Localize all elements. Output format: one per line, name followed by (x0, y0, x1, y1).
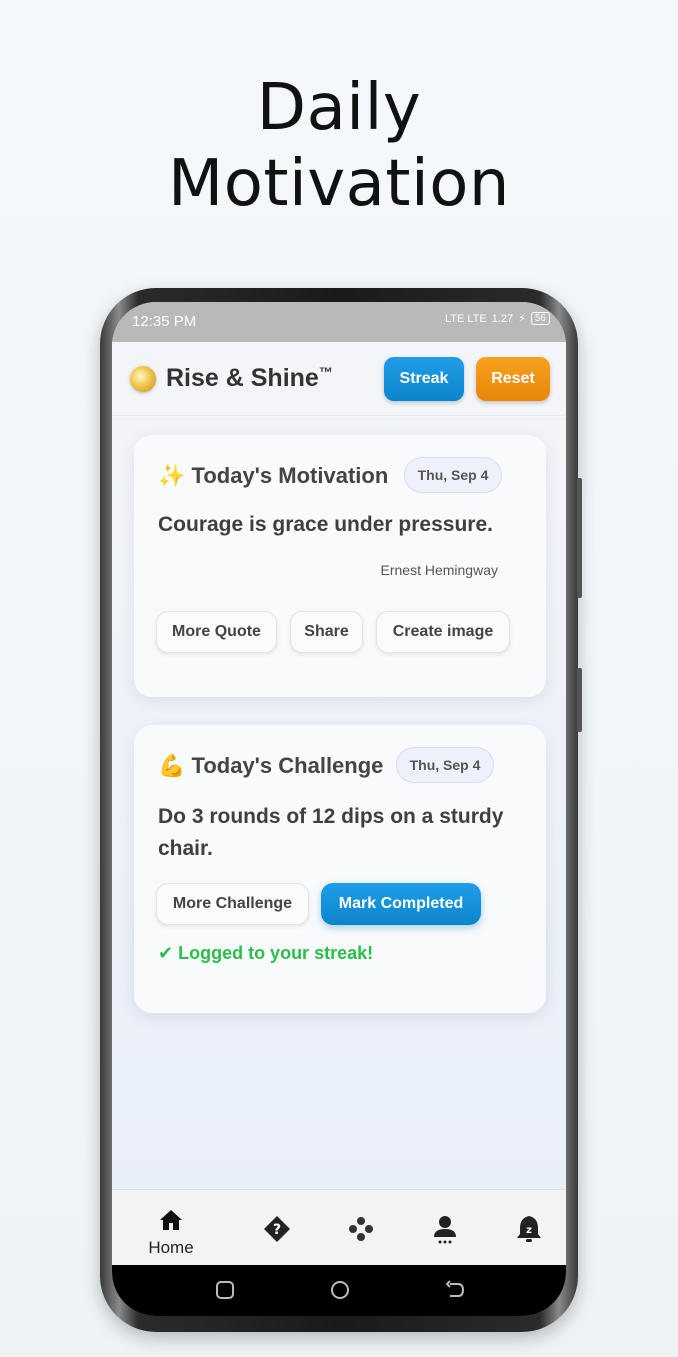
mark-completed-button[interactable]: Mark Completed (321, 883, 481, 925)
reset-button[interactable]: Reset (476, 357, 550, 401)
question-diamond-icon: ? (264, 1216, 290, 1242)
nav-item-quiz[interactable]: ? (240, 1190, 310, 1266)
bottom-nav: Home ? z (112, 1189, 566, 1265)
phone-frame: 12:35 PM LTE LTE 1.27 ⚡ 56 Rise & Shine™… (100, 288, 582, 1332)
svg-text:?: ? (273, 1222, 281, 1238)
home-icon (160, 1210, 182, 1230)
motivation-title-text: Today's Motivation (191, 463, 389, 488)
gamepad-icon (349, 1217, 373, 1241)
motivation-date-badge: Thu, Sep 4 (404, 457, 502, 493)
status-bar: 12:35 PM LTE LTE 1.27 ⚡ 56 (112, 302, 566, 342)
sleep-bell-icon: z (517, 1216, 541, 1242)
nav-item-home[interactable]: Home (136, 1190, 206, 1266)
headline: Daily Motivation (0, 70, 678, 222)
streak-logged-status: ✔ Logged to your streak! (158, 943, 374, 963)
nav-item-reminders[interactable]: z (492, 1190, 562, 1266)
challenge-title-text: Today's Challenge (191, 753, 384, 778)
charging-icon: ⚡ (518, 313, 526, 325)
more-quote-button[interactable]: More Quote (156, 611, 277, 653)
challenge-text-line2: chair. (158, 837, 213, 860)
challenge-text: Do 3 rounds of 12 dips on a sturdy chair… (158, 801, 503, 865)
quote-text: Courage is grace under pressure. (158, 513, 493, 536)
network-speed: 1.27 (491, 312, 514, 325)
home-circle-icon[interactable] (329, 1279, 351, 1301)
challenge-text-line1: Do 3 rounds of 12 dips on a sturdy (158, 805, 504, 828)
sparkles-icon: ✨ (158, 463, 186, 488)
streak-button[interactable]: Streak (384, 357, 464, 401)
back-icon[interactable] (444, 1279, 466, 1301)
challenge-title: 💪 Today's Challenge (158, 753, 383, 779)
sun-logo-icon (130, 366, 156, 392)
challenge-date-badge: Thu, Sep 4 (396, 747, 494, 783)
app-bar: Rise & Shine™ Streak Reset (112, 342, 566, 416)
nav-label-home: Home (148, 1238, 194, 1257)
quote-author: Ernest Hemingway (380, 562, 499, 578)
app-title: Rise & Shine™ (166, 364, 333, 393)
more-challenge-button[interactable]: More Challenge (156, 883, 309, 925)
motivation-card: ✨ Today's Motivation Thu, Sep 4 Courage … (134, 435, 546, 697)
app-title-text: Rise & Shine (166, 364, 319, 392)
nav-item-games[interactable] (324, 1190, 394, 1266)
status-icons: LTE LTE 1.27 ⚡ 56 (445, 312, 550, 325)
nav-item-profile[interactable] (408, 1190, 478, 1266)
recents-icon[interactable] (214, 1279, 236, 1301)
power-button (577, 668, 582, 732)
motivation-title: ✨ Today's Motivation (158, 463, 388, 489)
headline-line1: Daily (256, 71, 422, 145)
create-image-button[interactable]: Create image (376, 611, 510, 653)
system-navigation-bar (112, 1265, 566, 1316)
headline-line2: Motivation (168, 147, 510, 221)
main-content: ✨ Today's Motivation Thu, Sep 4 Courage … (112, 417, 566, 1189)
volume-button (577, 478, 582, 598)
phone-screen: 12:35 PM LTE LTE 1.27 ⚡ 56 Rise & Shine™… (112, 302, 566, 1316)
trademark-symbol: ™ (318, 364, 333, 380)
flexed-bicep-icon: 💪 (158, 753, 186, 778)
svg-text:z: z (526, 1225, 532, 1236)
signal-icon: LTE LTE (444, 312, 487, 325)
status-time: 12:35 PM (132, 313, 197, 330)
share-button[interactable]: Share (290, 611, 363, 653)
battery-icon: 56 (530, 312, 550, 325)
challenge-card: 💪 Today's Challenge Thu, Sep 4 Do 3 roun… (134, 725, 546, 1013)
profile-icon (434, 1216, 456, 1244)
